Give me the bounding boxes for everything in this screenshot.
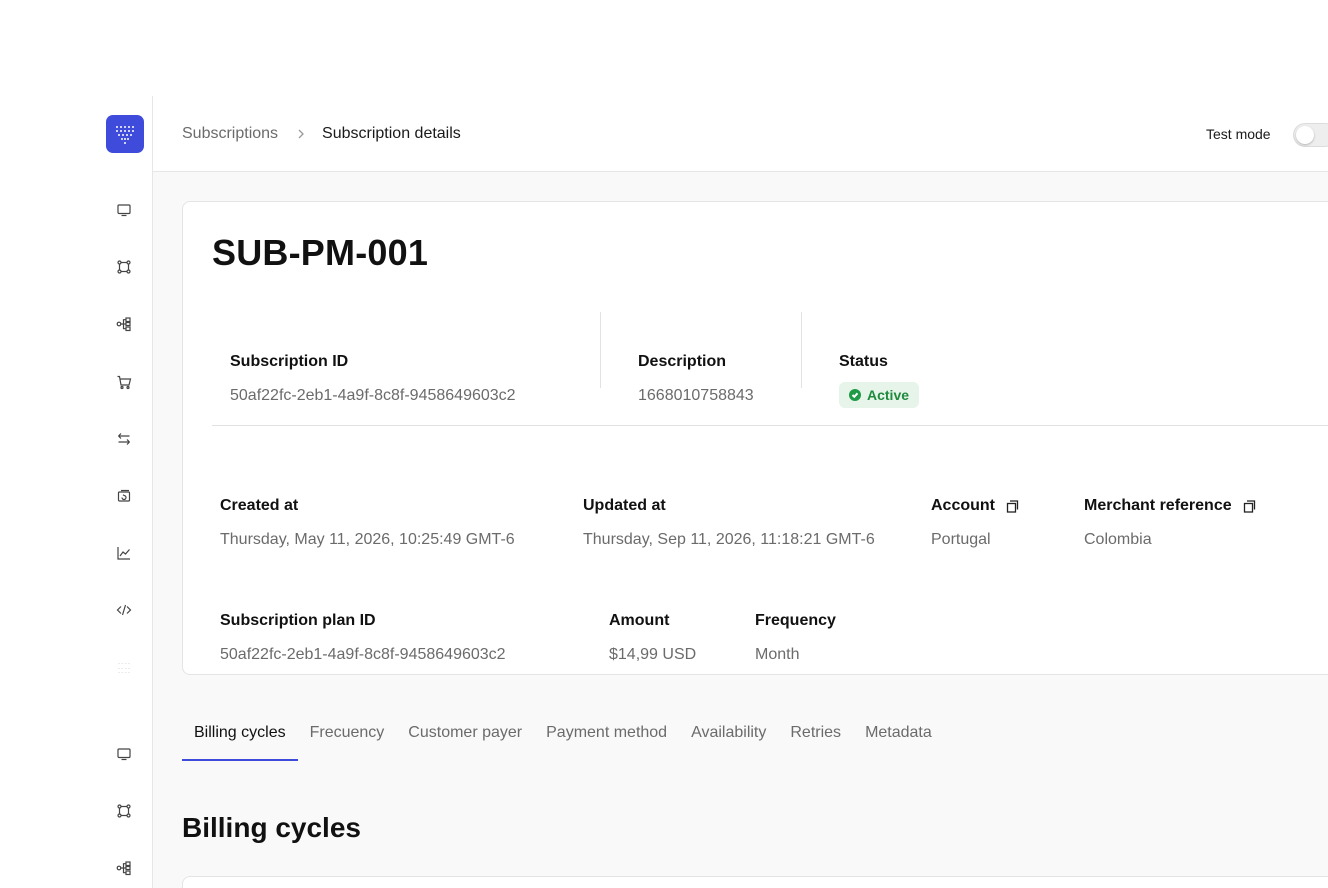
tab-frecuency[interactable]: Frecuency — [298, 702, 397, 761]
nav-cart[interactable] — [113, 371, 135, 393]
connections-icon — [117, 260, 131, 274]
tab-customer-payer[interactable]: Customer payer — [396, 702, 534, 761]
nav-monitor[interactable] — [113, 199, 135, 221]
nav-analytics[interactable] — [113, 542, 135, 564]
subscription-id-value: 50af22fc-2eb1-4a9f-8c8f-9458649603c2 — [230, 387, 516, 404]
nav-workflow-2[interactable] — [113, 857, 135, 879]
top-header: Subscriptions Subscription details Test … — [153, 96, 1328, 172]
breadcrumb: Subscriptions Subscription details — [182, 125, 461, 143]
grid-icon — [118, 663, 130, 673]
subscription-plan-id-value: 50af22fc-2eb1-4a9f-8c8f-9458649603c2 — [220, 646, 506, 663]
page-title: SUB-PM-001 — [212, 232, 429, 273]
nav-connections-2[interactable] — [113, 800, 135, 822]
breadcrumb-subscriptions-link[interactable]: Subscriptions — [182, 125, 278, 143]
nav-transfers[interactable] — [113, 428, 135, 450]
description-value: 1668010758843 — [638, 387, 754, 404]
amount-label: Amount — [609, 612, 670, 629]
frequency-value: Month — [755, 646, 800, 663]
status-label: Status — [839, 353, 888, 370]
cart-icon — [117, 375, 132, 390]
copy-icon[interactable] — [1242, 499, 1257, 514]
merchant-reference-value: Colombia — [1084, 531, 1152, 548]
updated-at-value: Thursday, Sep 11, 2026, 11:18:21 GMT-6 — [583, 531, 875, 548]
tab-payment-method[interactable]: Payment method — [534, 702, 679, 761]
monitor-icon — [117, 204, 131, 217]
updated-at-label: Updated at — [583, 497, 666, 514]
merchant-reference-label: Merchant reference — [1084, 497, 1232, 514]
nav-connections[interactable] — [113, 256, 135, 278]
tab-availability[interactable]: Availability — [679, 702, 778, 761]
status-badge: Active — [839, 382, 920, 408]
section-divider — [212, 425, 1328, 426]
subscription-id-label: Subscription ID — [230, 353, 349, 370]
workflow-icon — [116, 317, 131, 332]
nav-workflow[interactable] — [113, 313, 135, 335]
connections-icon — [117, 804, 131, 818]
merchant-reference-label-wrap: Merchant reference — [1084, 497, 1257, 515]
description-label: Description — [638, 353, 727, 370]
account-label: Account — [931, 497, 995, 514]
status-value: Active — [867, 387, 910, 403]
copy-icon[interactable] — [1005, 499, 1020, 514]
main-content: SUB-PM-001 Subscription ID 50af22fc-2eb1… — [153, 172, 1328, 888]
frequency-label: Frequency — [755, 612, 836, 629]
nav-subscriptions[interactable] — [113, 485, 135, 507]
divider — [801, 312, 802, 388]
nav-developers[interactable] — [113, 599, 135, 621]
tab-retries[interactable]: Retries — [778, 702, 853, 761]
created-at-value: Thursday, May 11, 2026, 10:25:49 GMT-6 — [220, 531, 515, 548]
tab-bar: Billing cycles Frecuency Customer payer … — [182, 702, 944, 762]
chart-icon — [117, 547, 130, 560]
subscriptions-icon — [117, 489, 131, 502]
workflow-icon — [116, 861, 131, 876]
transfer-icon — [118, 433, 130, 445]
monitor-icon — [117, 748, 131, 761]
nav-monitor-2[interactable] — [113, 743, 135, 765]
tab-billing-cycles[interactable]: Billing cycles — [182, 702, 298, 761]
subscription-plan-id-label: Subscription plan ID — [220, 612, 376, 629]
chevron-right-icon — [296, 128, 306, 140]
test-mode-label: Test mode — [1206, 126, 1271, 142]
account-label-wrap: Account — [931, 497, 1020, 515]
code-icon — [116, 604, 132, 616]
subscription-card: SUB-PM-001 Subscription ID 50af22fc-2eb1… — [182, 201, 1328, 675]
sidebar — [96, 96, 153, 888]
tab-metadata[interactable]: Metadata — [853, 702, 944, 761]
account-value: Portugal — [931, 531, 991, 548]
test-mode-toggle[interactable] — [1293, 123, 1328, 147]
logo[interactable] — [106, 115, 144, 153]
divider — [600, 312, 601, 388]
section-title: Billing cycles — [182, 812, 361, 843]
billing-cycles-card — [182, 876, 1328, 888]
toggle-knob — [1296, 126, 1314, 144]
nav-apps[interactable] — [113, 657, 135, 679]
logo-icon — [116, 126, 134, 144]
check-circle-icon — [849, 389, 861, 401]
amount-value: $14,99 USD — [609, 646, 697, 663]
created-at-label: Created at — [220, 497, 299, 514]
breadcrumb-current: Subscription details — [322, 125, 461, 142]
